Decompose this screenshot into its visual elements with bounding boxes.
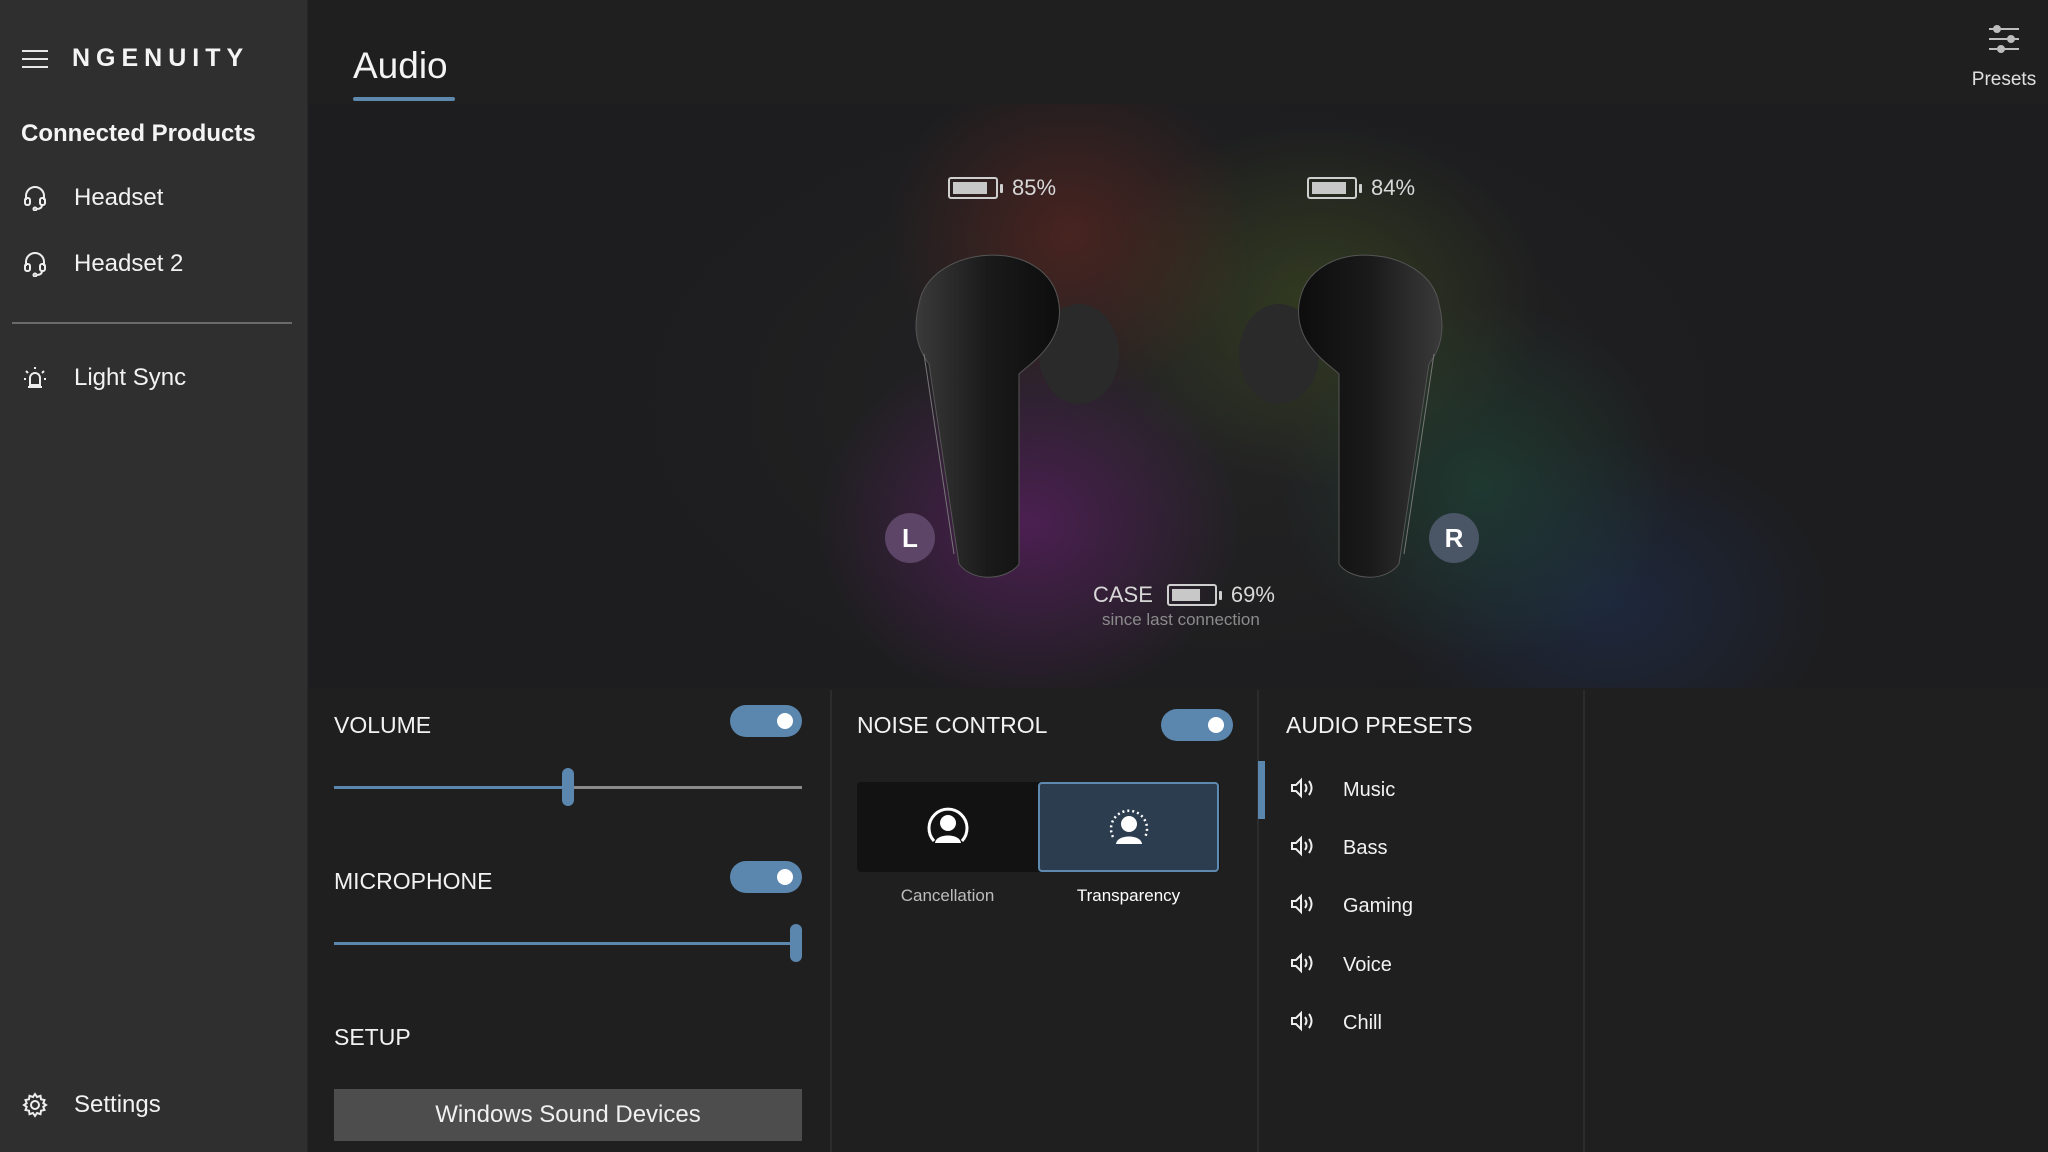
presets-button[interactable]: Presets <box>1960 24 2048 94</box>
battery-icon <box>1166 584 1222 606</box>
sidebar-item-label: Settings <box>74 1091 161 1118</box>
volume-slider[interactable] <box>334 767 802 807</box>
brand-logo: NGENUITY <box>72 44 250 72</box>
noise-control-title: NOISE CONTROL <box>857 712 1048 738</box>
active-tab-indicator <box>353 97 455 101</box>
preset-item-music[interactable]: Music <box>1289 770 1395 810</box>
ngenuity-app: NGENUITY Connected Products Headset Head… <box>0 0 2048 1152</box>
battery-fill <box>1171 589 1200 601</box>
speaker-icon <box>1289 892 1317 921</box>
noise-mode-selector: Cancellation Transparency <box>857 782 1220 905</box>
left-battery-percent: 85% <box>1012 175 1057 200</box>
sidebar-item-label: Light Sync <box>74 364 187 391</box>
preset-label: Chill <box>1343 1011 1382 1034</box>
transparency-icon <box>1109 809 1148 844</box>
right-earbud-badge: R <box>1429 513 1479 563</box>
volume-slider-thumb[interactable] <box>562 768 574 806</box>
cancellation-option[interactable] <box>857 782 1038 872</box>
left-earbud-badge: L <box>885 513 935 563</box>
gear-icon <box>22 1092 48 1118</box>
right-battery-percent: 84% <box>1371 175 1416 200</box>
setup-title: SETUP <box>334 1024 411 1050</box>
sidebar-item-headset[interactable]: Headset <box>22 178 163 218</box>
preset-label: Music <box>1343 778 1396 801</box>
speaker-icon <box>1289 951 1317 980</box>
selected-preset-indicator <box>1258 761 1265 819</box>
microphone-title: MICROPHONE <box>334 868 493 894</box>
volume-panel: VOLUME MICROPHONE SETUP Windows Sound De… <box>309 690 828 1152</box>
battery-icon <box>948 177 1003 199</box>
cancellation-label: Cancellation <box>900 886 995 905</box>
case-battery-percent: 69% <box>1230 582 1275 607</box>
case-battery-status: CASE 69% <box>1093 582 1275 608</box>
volume-toggle[interactable] <box>730 705 802 737</box>
audio-presets-title: AUDIO PRESETS <box>1286 712 1473 738</box>
noise-control-toggle[interactable] <box>1161 709 1233 741</box>
light-icon <box>22 365 48 391</box>
preset-item-gaming[interactable]: Gaming <box>1289 886 1413 926</box>
device-hero: 85% 84% L R CASE 69% since last connecti… <box>309 104 2048 688</box>
transparency-option[interactable] <box>1038 782 1219 872</box>
headset-icon <box>22 185 48 211</box>
sidebar-item-label: Headset <box>74 184 164 211</box>
cancellation-icon <box>927 807 968 843</box>
right-battery-status: 84% <box>1307 175 1415 201</box>
presets-label: Presets <box>1971 69 2037 90</box>
sidebar: NGENUITY Connected Products Headset Head… <box>0 0 308 1152</box>
battery-icon <box>1307 177 1362 199</box>
volume-title: VOLUME <box>334 712 432 738</box>
sidebar-item-settings[interactable]: Settings <box>22 1085 161 1125</box>
microphone-slider-thumb[interactable] <box>790 924 802 962</box>
audio-presets-panel: AUDIO PRESETS Music Bass Gaming Voice Ch… <box>1257 690 1585 1152</box>
noise-control-panel: NOISE CONTROL Cancellation Transparency <box>830 690 1257 1152</box>
left-battery-status: 85% <box>948 175 1056 201</box>
sliders-icon <box>1987 24 2021 59</box>
brand-row: NGENUITY <box>22 44 249 73</box>
sidebar-item-label: Headset 2 <box>74 250 184 277</box>
sidebar-item-light-sync[interactable]: Light Sync <box>22 358 186 398</box>
sidebar-item-headset-2[interactable]: Headset 2 <box>22 244 183 284</box>
right-earbud-image <box>1239 254 1443 578</box>
connected-products-heading: Connected Products <box>21 120 256 147</box>
microphone-slider[interactable] <box>334 923 802 963</box>
windows-sound-devices-button[interactable]: Windows Sound Devices <box>334 1089 802 1141</box>
preset-label: Gaming <box>1343 894 1414 917</box>
sidebar-divider <box>12 322 292 324</box>
hamburger-menu-icon[interactable] <box>22 49 48 68</box>
case-battery-note: since last connection <box>1102 610 1260 629</box>
headset-icon <box>22 251 48 277</box>
battery-fill <box>1312 182 1346 194</box>
speaker-icon <box>1289 1009 1317 1038</box>
microphone-toggle[interactable] <box>730 861 802 893</box>
preset-label: Bass <box>1343 836 1388 859</box>
preset-item-voice[interactable]: Voice <box>1289 945 1392 985</box>
transparency-label: Transparency <box>1076 886 1181 905</box>
preset-label: Voice <box>1343 953 1392 976</box>
speaker-icon <box>1289 776 1317 805</box>
speaker-icon <box>1289 834 1317 863</box>
tab-audio[interactable]: Audio <box>353 45 448 87</box>
preset-item-bass[interactable]: Bass <box>1289 828 1387 868</box>
preset-item-chill[interactable]: Chill <box>1289 1003 1382 1043</box>
case-label: CASE <box>1093 582 1153 607</box>
battery-fill <box>953 182 987 194</box>
